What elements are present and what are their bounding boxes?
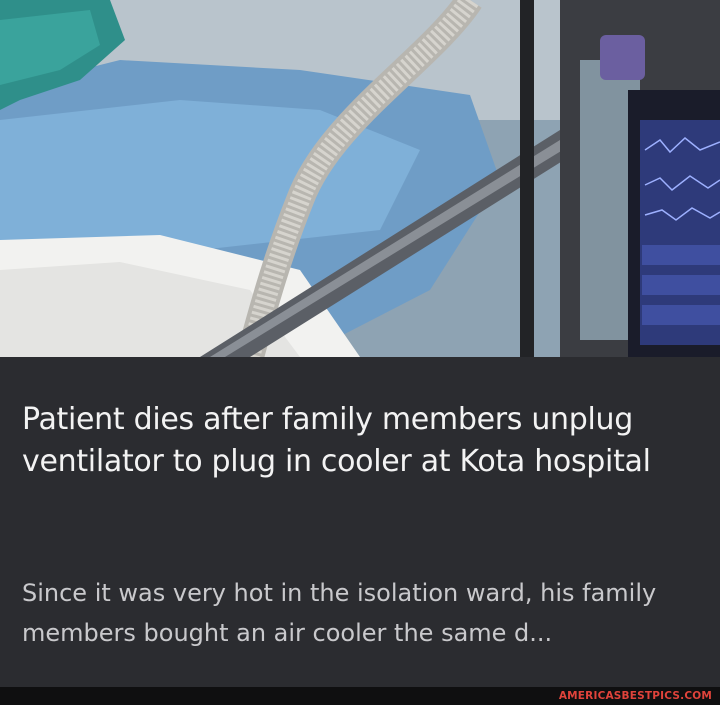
news-card[interactable]: Patient dies after family members unplug… xyxy=(0,0,720,705)
article-headline[interactable]: Patient dies after family members unplug… xyxy=(22,399,702,483)
article-snippet: Since it was very hot in the isolation w… xyxy=(22,579,657,647)
article-photo xyxy=(0,0,720,357)
site-watermark: AMERICASBESTPICS.COM xyxy=(558,690,712,702)
article-text-panel: Patient dies after family members unplug… xyxy=(0,357,720,687)
watermark-bar: AMERICASBESTPICS.COM xyxy=(0,687,720,705)
